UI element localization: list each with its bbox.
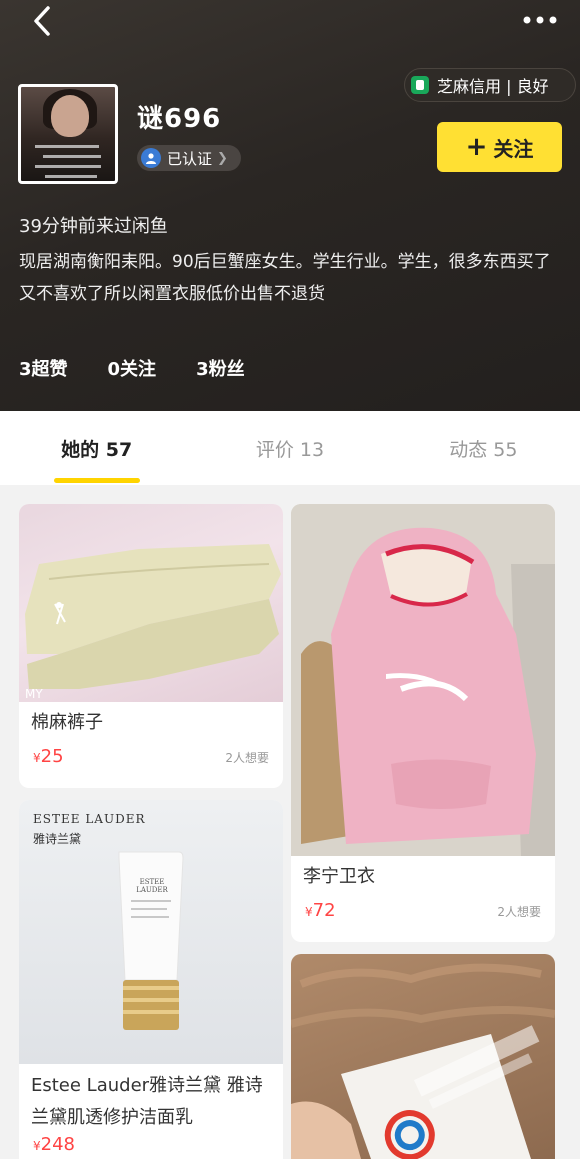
item-image: ESTEE LAUDER 雅诗兰黛 ESTEE LAUDER <box>19 800 283 1064</box>
stat-following[interactable]: 0关注 <box>108 355 157 381</box>
credit-badge[interactable]: 芝麻信用 | 良好 <box>404 68 576 102</box>
bio: 现居湖南衡阳耒阳。90后巨蟹座女生。学生行业。学生，很多东西买了又不喜欢了所以闲… <box>19 252 551 304</box>
tab-reviews[interactable]: 评价 13 <box>193 411 386 485</box>
more-dots-icon[interactable] <box>522 10 558 30</box>
credit-text: 芝麻信用 | 良好 <box>437 77 549 96</box>
chevron-left-icon[interactable] <box>26 4 60 38</box>
tab-bar: 她的 57 评价 13 动态 55 <box>0 411 580 485</box>
item-title: Estee Lauder雅诗兰黛 雅诗兰黛肌透修护洁面乳 <box>31 1075 263 1128</box>
plus-icon: + <box>465 132 488 162</box>
item-card[interactable]: MY 棉麻裤子 ¥25 2人想要 <box>19 504 283 788</box>
avatar[interactable] <box>18 84 118 184</box>
item-meta: ¥248 <box>19 1134 283 1155</box>
tab-items[interactable]: 她的 57 <box>0 411 193 485</box>
item-meta: ¥72 2人想要 <box>291 900 555 921</box>
sesame-credit-icon <box>411 76 429 94</box>
chevron-right-icon: ❯ <box>217 150 228 166</box>
last-seen: 39分钟前来过闲鱼 <box>19 216 168 237</box>
item-price: ¥25 <box>33 746 64 767</box>
verified-label: 已认证 <box>167 149 213 168</box>
item-image: MY <box>19 504 283 702</box>
follow-label: 关注 <box>493 136 534 161</box>
item-title: 李宁卫衣 <box>303 866 375 887</box>
item-price: ¥72 <box>305 900 336 921</box>
tab-moments[interactable]: 动态 55 <box>387 411 580 485</box>
profile-header: 芝麻信用 | 良好 谜696 已认证 ❯ + 关注 39分钟前来过闲鱼 现居湖南… <box>0 0 580 411</box>
item-want-count: 2人想要 <box>497 905 541 919</box>
user-verified-icon <box>141 148 161 168</box>
item-card[interactable]: 李宁卫衣 ¥72 2人想要 <box>291 504 555 942</box>
tube-brand: ESTEE LAUDER <box>136 878 168 894</box>
item-meta: ¥25 2人想要 <box>19 746 283 767</box>
stat-fans[interactable]: 3粉丝 <box>196 355 245 381</box>
stats-row: 3超赞 0关注 3粉丝 <box>19 355 245 381</box>
item-want-count: 2人想要 <box>225 751 269 765</box>
follow-button[interactable]: + 关注 <box>437 122 562 172</box>
item-image <box>291 504 555 856</box>
item-title: 棉麻裤子 <box>31 712 103 733</box>
svg-text:MY: MY <box>25 687 43 701</box>
item-card[interactable]: ESTEE LAUDER 雅诗兰黛 ESTEE LAUDER Estee Lau… <box>19 800 283 1159</box>
verified-badge[interactable]: 已认证 ❯ <box>137 145 241 171</box>
stat-likes[interactable]: 3超赞 <box>19 355 68 381</box>
username: 谜696 <box>137 104 222 134</box>
item-price: ¥248 <box>33 1134 75 1155</box>
